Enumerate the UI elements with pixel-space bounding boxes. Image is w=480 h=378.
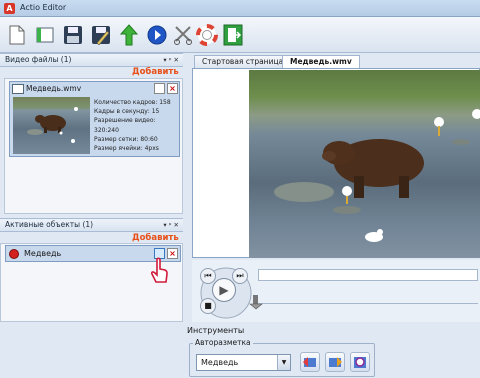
main-toolbar bbox=[0, 17, 480, 53]
video-delete-button[interactable]: × bbox=[167, 83, 178, 94]
title-bar: A Actio Editor bbox=[0, 0, 480, 17]
active-objects-header: Активные объекты (1) ▾ ᵖ ✕ bbox=[0, 218, 183, 232]
volume-slider[interactable] bbox=[258, 296, 478, 304]
tab-video-file[interactable]: Медведь.wmv bbox=[282, 55, 360, 68]
open-icon[interactable] bbox=[34, 23, 56, 47]
object-color-icon bbox=[9, 249, 19, 259]
video-thumbnail bbox=[13, 97, 90, 154]
prop-resolution: Разрешение видео: 320:240 bbox=[94, 117, 156, 134]
prop-frame-count: Количество кадров: 158 bbox=[94, 99, 171, 106]
add-video-link[interactable]: Добавить bbox=[132, 67, 179, 77]
help-icon[interactable] bbox=[196, 23, 218, 47]
autolabel-group: Медведь ▼ bbox=[189, 343, 375, 377]
objects-panel-tools[interactable]: ▾ ᵖ ✕ bbox=[163, 219, 179, 231]
upload-icon[interactable] bbox=[118, 23, 140, 47]
active-objects-title: Активные объекты (1) bbox=[5, 220, 94, 229]
save-icon[interactable] bbox=[62, 23, 84, 47]
autolabel-forward-button[interactable] bbox=[325, 352, 345, 372]
video-viewer bbox=[192, 68, 480, 258]
tools-section: Инструменты Авторазметка Медведь ▼ bbox=[185, 324, 480, 378]
tools-header: Инструменты bbox=[187, 326, 245, 335]
video-files-header: Видео файлы (1) ▾ ᵖ ✕ bbox=[0, 53, 183, 67]
window-title: Actio Editor bbox=[20, 3, 67, 12]
next-frame-button[interactable]: ⏭ bbox=[232, 268, 248, 284]
play-button[interactable]: ▶ bbox=[212, 278, 236, 302]
slider-thumb-icon[interactable] bbox=[249, 294, 263, 310]
cut-icon[interactable] bbox=[172, 23, 194, 47]
video-edit-button[interactable] bbox=[154, 83, 165, 94]
tab-start-page[interactable]: Стартовая страница bbox=[194, 55, 292, 68]
autolabel-back-button[interactable] bbox=[300, 352, 320, 372]
prop-cell-size: Размер ячейки: 4pxs bbox=[94, 145, 159, 153]
stop-button[interactable]: ■ bbox=[200, 298, 216, 314]
add-object-link[interactable]: Добавить bbox=[132, 233, 179, 243]
video-file-card[interactable]: Медведь.wmv × Количество кадров: 158 Кад… bbox=[9, 81, 180, 157]
video-panel-tools[interactable]: ▾ ᵖ ✕ bbox=[163, 54, 179, 66]
exit-icon[interactable] bbox=[222, 23, 244, 47]
prop-fps: Кадры в секунду: 15 bbox=[94, 108, 160, 116]
prop-grid-size: Размер сетки: 80:60 bbox=[94, 135, 158, 143]
chevron-down-icon: ▼ bbox=[277, 355, 290, 370]
play-icon[interactable] bbox=[146, 23, 168, 47]
autolabel-group-label: Авторазметка bbox=[193, 338, 253, 347]
object-select-value: Медведь bbox=[201, 358, 239, 367]
playback-controls: ⏮ ⏭ ▶ ■ bbox=[192, 260, 480, 322]
object-name: Медведь bbox=[24, 249, 62, 258]
video-properties: Количество кадров: 158 Кадры в секунду: … bbox=[94, 98, 179, 153]
timeline-slider[interactable] bbox=[258, 269, 478, 281]
app-logo-icon: A bbox=[4, 3, 15, 14]
video-file-icon bbox=[12, 84, 24, 94]
video-file-name: Медведь.wmv bbox=[26, 84, 82, 93]
video-frame bbox=[249, 70, 480, 258]
save-as-icon[interactable] bbox=[90, 23, 112, 47]
video-files-title: Видео файлы (1) bbox=[5, 55, 72, 64]
new-file-icon[interactable] bbox=[6, 23, 28, 47]
autolabel-run-button[interactable] bbox=[350, 352, 370, 372]
object-select[interactable]: Медведь ▼ bbox=[196, 354, 291, 371]
hand-cursor-icon bbox=[150, 257, 168, 283]
